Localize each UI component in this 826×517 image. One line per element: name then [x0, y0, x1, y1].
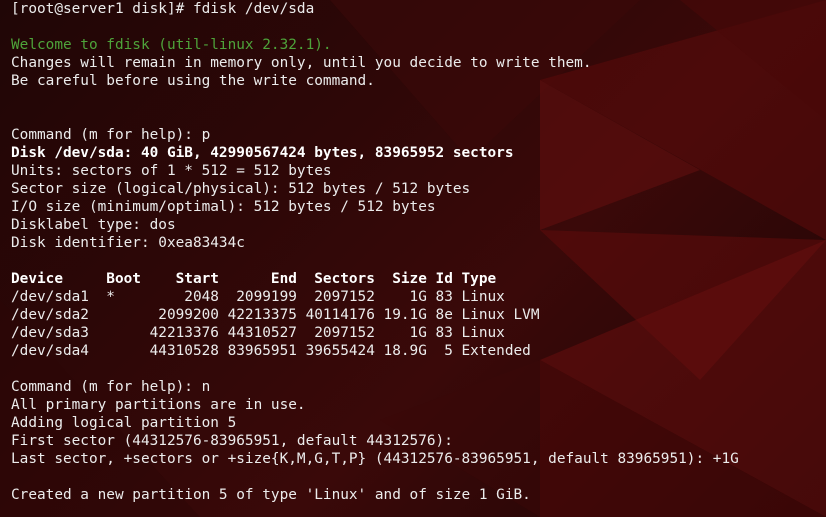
terminal-line: /dev/sda2 2099200 42213375 40114176 19.1… — [11, 307, 540, 323]
terminal-line: Device Boot Start End Sectors Size Id Ty… — [11, 271, 497, 287]
terminal-line: Adding logical partition 5 — [11, 415, 237, 431]
terminal-line: Last sector, +sectors or +size{K,M,G,T,P… — [11, 451, 739, 467]
terminal-line: Disklabel type: dos — [11, 217, 176, 233]
terminal-line: Command (m for help): p — [11, 127, 211, 143]
terminal-line: Sector size (logical/physical): 512 byte… — [11, 181, 471, 197]
terminal-line: Disk /dev/sda: 40 GiB, 42990567424 bytes… — [11, 145, 514, 161]
terminal-line: Created a new partition 5 of type 'Linux… — [11, 487, 531, 503]
terminal-line: Units: sectors of 1 * 512 = 512 bytes — [11, 163, 332, 179]
terminal-line: Welcome to fdisk (util-linux 2.32.1). — [11, 37, 332, 53]
terminal-line: Be careful before using the write comman… — [11, 73, 375, 89]
terminal-line: All primary partitions are in use. — [11, 397, 306, 413]
terminal-line: [root@server1 disk]# fdisk /dev/sda — [11, 1, 315, 17]
terminal-line: Changes will remain in memory only, unti… — [11, 55, 592, 71]
terminal-line: /dev/sda4 44310528 83965951 39655424 18.… — [11, 343, 531, 359]
terminal-line: I/O size (minimum/optimal): 512 bytes / … — [11, 199, 436, 215]
terminal-output: [root@server1 disk]# fdisk /dev/sda Welco… — [11, 0, 739, 504]
terminal-line: First sector (44312576-83965951, default… — [11, 433, 453, 449]
terminal-line: Command (m for help): n — [11, 379, 211, 395]
terminal-line: Disk identifier: 0xea83434c — [11, 235, 245, 251]
terminal-line: /dev/sda3 42213376 44310527 2097152 1G 8… — [11, 325, 505, 341]
terminal-window[interactable]: [root@server1 disk]# fdisk /dev/sda Welco… — [0, 0, 826, 517]
terminal-line: /dev/sda1 * 2048 2099199 2097152 1G 83 L… — [11, 289, 505, 305]
